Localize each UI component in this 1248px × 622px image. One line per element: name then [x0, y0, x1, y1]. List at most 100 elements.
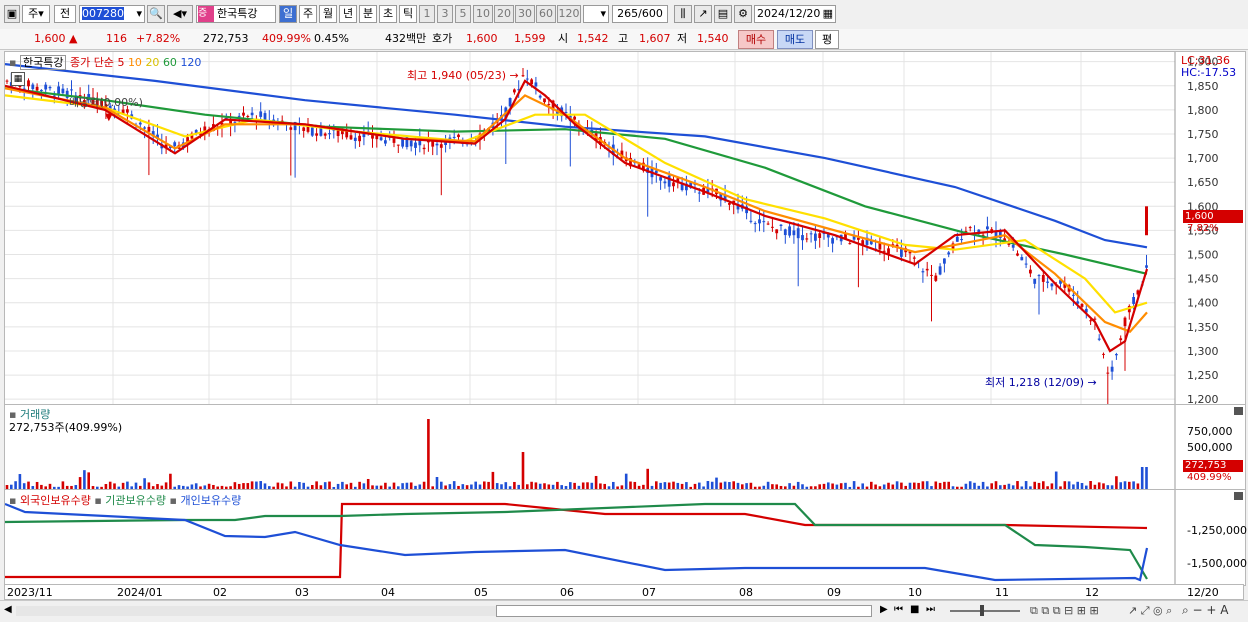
- volume-bar: [710, 481, 714, 489]
- speaker-icon[interactable]: ◀▾: [167, 5, 193, 23]
- buy-button[interactable]: 매수: [738, 30, 774, 49]
- candle-body: [887, 248, 890, 254]
- candle-body: [35, 86, 39, 91]
- period-minute[interactable]: 분: [359, 5, 377, 23]
- volume-bar: [612, 481, 615, 489]
- calendar-icon[interactable]: ▦: [823, 6, 833, 22]
- candle-type-icon[interactable]: ⫼: [674, 5, 692, 23]
- candle-body: [783, 229, 787, 236]
- candle-body: [242, 112, 245, 116]
- candle-body: [358, 135, 361, 142]
- chevron-down-icon[interactable]: ▾: [136, 6, 142, 22]
- interval-1[interactable]: 1: [419, 5, 435, 23]
- price-chart[interactable]: 1,9001,8501,8001,7501,7001,6501,6001,550…: [5, 52, 1245, 404]
- interval-3[interactable]: 3: [437, 5, 453, 23]
- candle-body: [508, 98, 512, 107]
- zoom-controls-icon[interactable]: ⌕ − + A: [1182, 603, 1228, 618]
- scroll-left-icon[interactable]: ◀: [4, 604, 12, 615]
- layout-icons[interactable]: ⧉ ⧉ ⧉ ⊟ ⊞ ⊞: [1030, 604, 1099, 618]
- candle-body: [1089, 320, 1092, 322]
- period-tick[interactable]: 틱: [399, 5, 417, 23]
- draw-tools-icons[interactable]: ↗ ⤢ ◎ ⌕: [1128, 604, 1172, 618]
- interval-10[interactable]: 10: [473, 5, 493, 23]
- volume-chart[interactable]: [5, 405, 1245, 489]
- legend-stock-name: 한국특강: [19, 55, 67, 70]
- candle-body: [384, 140, 387, 144]
- interval-30[interactable]: 30: [515, 5, 535, 23]
- moving-average-line: [5, 63, 1148, 249]
- period-month[interactable]: 월: [319, 5, 337, 23]
- legend-ma-60: 60: [162, 56, 177, 69]
- candle-body: [513, 89, 516, 93]
- x-tick: 11: [995, 586, 1009, 599]
- volume-bar: [298, 481, 301, 489]
- volume-bar: [108, 481, 112, 489]
- low-note: 최저 1,218 (12/09) →: [985, 376, 1097, 389]
- candle-body: [345, 130, 349, 138]
- scope-select[interactable]: 전: [54, 5, 76, 23]
- panel-close-icon[interactable]: [1234, 492, 1243, 500]
- volume-bar: [925, 481, 929, 489]
- candle-body: [439, 144, 443, 148]
- volume-bar: [143, 478, 146, 489]
- grid-toggle-icon[interactable]: ▦: [11, 72, 25, 86]
- first-page-icon[interactable]: ⏮: [894, 604, 903, 615]
- sell-button[interactable]: 매도: [777, 30, 813, 49]
- candle-body: [925, 268, 929, 271]
- volume-bar: [1115, 476, 1118, 489]
- period-day[interactable]: 일: [279, 5, 297, 23]
- stock-name-field[interactable]: 증 한국특강: [196, 5, 276, 23]
- zoom-slider[interactable]: [950, 610, 1020, 612]
- candle-body: [573, 116, 576, 120]
- interval-custom-select[interactable]: ▾: [583, 5, 609, 23]
- scroll-thumb[interactable]: [496, 605, 872, 617]
- volume-bar: [672, 481, 675, 489]
- legend-individual: 개인보유수량: [180, 494, 242, 507]
- interval-20[interactable]: 20: [494, 5, 514, 23]
- stop-icon[interactable]: ■: [910, 604, 919, 615]
- candle-body: [1110, 366, 1114, 372]
- volume-bar: [255, 481, 258, 489]
- candle-body: [1072, 294, 1075, 296]
- period-week[interactable]: 주: [299, 5, 317, 23]
- data-count-field[interactable]: 265/600: [612, 5, 668, 23]
- volume-bar: [1033, 481, 1036, 489]
- volume-last-tag: 272,753: [1183, 460, 1243, 472]
- volume-bar: [87, 472, 90, 489]
- scroll-right-icon[interactable]: ▶: [880, 604, 888, 615]
- panel-close-icon[interactable]: [1234, 407, 1243, 415]
- last-page-icon[interactable]: ⏭: [926, 604, 935, 615]
- search-icon[interactable]: 🔍: [147, 5, 165, 23]
- market-select[interactable]: 주▾: [22, 5, 50, 23]
- volume-bar: [35, 481, 39, 489]
- volume-bar: [655, 481, 658, 489]
- candle-body: [728, 203, 731, 205]
- volume-bar: [521, 452, 525, 489]
- period-second[interactable]: 초: [379, 5, 397, 23]
- draw-tool-icon[interactable]: ↗: [694, 5, 712, 23]
- volume-bar: [513, 481, 516, 489]
- last-pct-tag: 7.82%: [1187, 223, 1219, 234]
- candle-body: [758, 219, 761, 224]
- window-menu-icon[interactable]: ▣: [4, 5, 20, 23]
- save-icon[interactable]: ▤: [714, 5, 732, 23]
- price-tick: 1,350: [1187, 321, 1219, 334]
- x-tick: 06: [560, 586, 574, 599]
- date-field[interactable]: 2024/12/20 ▦: [754, 5, 836, 23]
- zoom-slider-handle[interactable]: [980, 605, 984, 616]
- candle-body: [1011, 244, 1015, 248]
- eval-button[interactable]: 평: [815, 30, 839, 49]
- price-tick: 1,400: [1187, 297, 1219, 310]
- interval-5[interactable]: 5: [455, 5, 471, 23]
- interval-60[interactable]: 60: [536, 5, 556, 23]
- legend-ma-20: 20: [145, 56, 160, 69]
- dividend-arrow-icon: ▼: [105, 112, 113, 123]
- volume-bar: [663, 482, 667, 489]
- trade-amount: 432백만: [385, 32, 427, 45]
- period-year[interactable]: 년: [339, 5, 357, 23]
- gear-icon[interactable]: ⚙: [734, 5, 752, 23]
- volume-bar: [943, 481, 946, 489]
- stock-code-input[interactable]: 007280 ▾: [79, 5, 145, 23]
- interval-120[interactable]: 120: [557, 5, 581, 23]
- scroll-track[interactable]: [16, 606, 496, 616]
